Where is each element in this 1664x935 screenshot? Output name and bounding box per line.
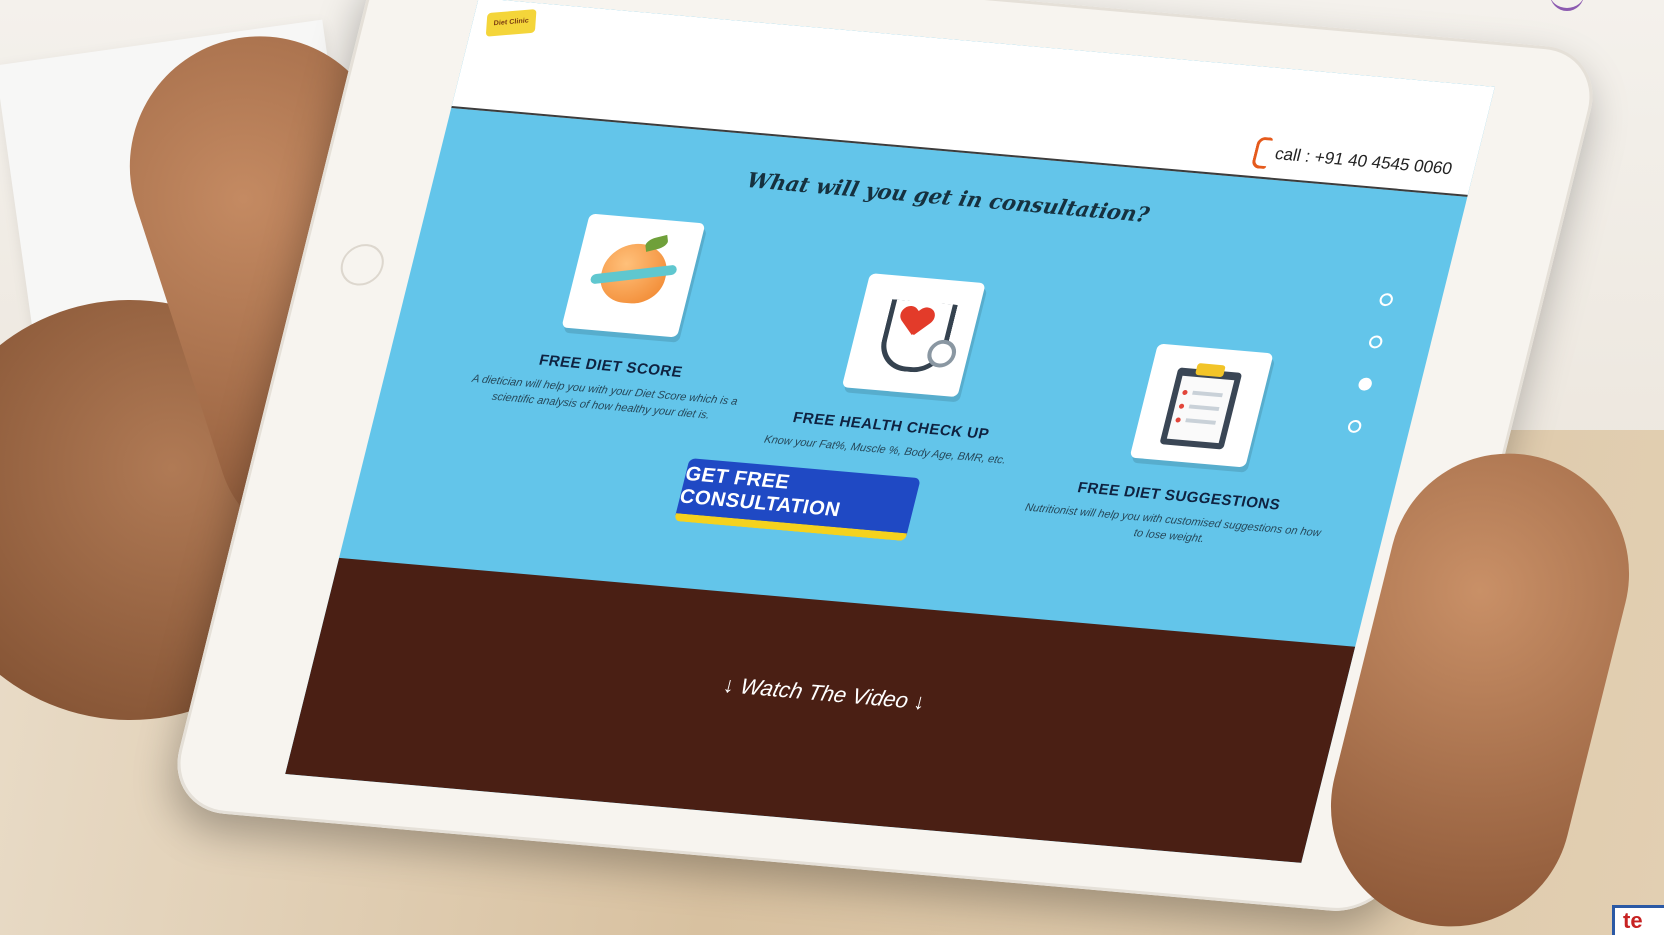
carousel-dot[interactable] bbox=[1346, 419, 1363, 434]
feature-diet-suggestions: FREE DIET SUGGESTIONS Nutritionist will … bbox=[1018, 335, 1366, 557]
call-number: call : +91 40 4545 0060 bbox=[1273, 144, 1455, 179]
site-logo[interactable]: Diet Clinic bbox=[485, 9, 537, 37]
carousel-dot-active[interactable] bbox=[1357, 377, 1374, 392]
corner-watermark-logo: te bbox=[1612, 905, 1664, 935]
apple-measuring-tape-icon bbox=[561, 213, 706, 338]
stethoscope-heart-icon bbox=[841, 273, 986, 398]
corner-logo-mark bbox=[1550, 0, 1584, 11]
phone-icon bbox=[1250, 136, 1274, 170]
get-free-consultation-button[interactable]: GET FREE CONSULTATION bbox=[674, 458, 921, 542]
call-info[interactable]: call : +91 40 4545 0060 bbox=[1250, 136, 1455, 185]
feature-health-check: FREE HEALTH CHECK UP Know your Fat%, Mus… bbox=[734, 265, 1078, 471]
tablet-screen: Diet Clinic call : +91 40 4545 0060 What… bbox=[285, 0, 1495, 863]
photo-scene: Diet Clinic call : +91 40 4545 0060 What… bbox=[0, 0, 1664, 935]
watch-video-link[interactable]: ↓ Watch The Video ↓ bbox=[313, 636, 1335, 750]
clipboard-icon bbox=[1129, 343, 1274, 468]
carousel-dot[interactable] bbox=[1367, 334, 1384, 349]
feature-diet-score: FREE DIET SCORE A dietician will help yo… bbox=[449, 205, 797, 427]
carousel-dot[interactable] bbox=[1378, 292, 1395, 307]
